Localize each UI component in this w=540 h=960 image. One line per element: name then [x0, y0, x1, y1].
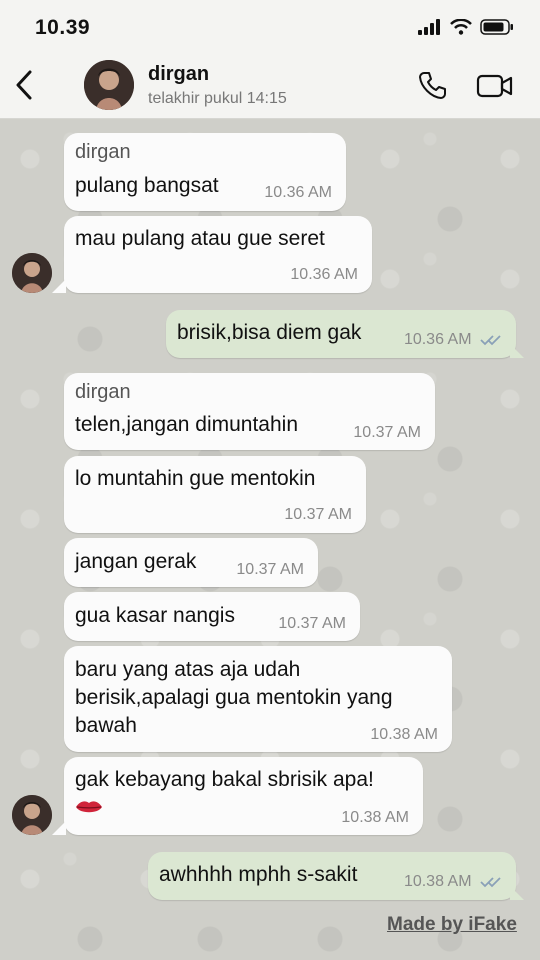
message-time: 10.37 AM: [236, 561, 304, 578]
contact-name[interactable]: dirgan: [148, 63, 209, 86]
video-icon[interactable]: [476, 72, 514, 100]
lips-emoji-icon: [76, 801, 102, 813]
bubble-tail: [52, 279, 66, 293]
message-bubble[interactable]: gua kasar nangis 10.37 AM: [64, 592, 360, 641]
message-text: mau pulang atau gue seret: [75, 227, 325, 250]
phone-icon[interactable]: [418, 70, 448, 100]
message-time: 10.36 AM: [264, 184, 332, 201]
wifi-icon: [450, 19, 472, 35]
message-bubble[interactable]: awhhhh mphh s-sakit 10.38 AM: [148, 852, 516, 900]
message-bubble[interactable]: dirgan telen,jangan dimuntahin 10.37 AM: [64, 373, 435, 450]
read-ticks-icon: [480, 335, 501, 346]
last-seen-status: telakhir pukul 14:15: [148, 90, 287, 107]
message-time: 10.36 AM: [404, 331, 502, 349]
message-time: 10.38 AM: [404, 873, 502, 891]
sender-name: dirgan: [75, 141, 131, 163]
message-text: gak kebayang bakal sbrisik apa!: [75, 768, 374, 791]
message-text: awhhhh mphh s-sakit: [159, 863, 358, 886]
message-text: jangan gerak: [75, 550, 197, 573]
message-time: 10.38 AM: [370, 726, 438, 743]
message-bubble[interactable]: mau pulang atau gue seret 10.36 AM: [64, 216, 372, 293]
message-bubble[interactable]: brisik,bisa diem gak 10.36 AM: [166, 310, 516, 358]
message-text: pulang bangsat: [75, 174, 219, 197]
message-time: 10.37 AM: [284, 506, 352, 523]
avatar[interactable]: [12, 253, 52, 293]
message-text: lo muntahin gue mentokin: [75, 467, 316, 490]
message-text-line: bawah: [75, 714, 137, 737]
bubble-tail: [510, 344, 524, 358]
message-time: 10.37 AM: [278, 615, 346, 632]
message-text-line: berisik,apalagi gua mentokin yang: [75, 686, 393, 709]
message-time: 10.36 AM: [290, 266, 358, 283]
sender-name: dirgan: [75, 381, 131, 403]
message-text: brisik,bisa diem gak: [177, 321, 362, 344]
status-icons: [418, 16, 514, 38]
message-time: 10.37 AM: [353, 424, 421, 441]
message-time-text: 10.36 AM: [403, 331, 472, 348]
message-text-line: baru yang atas aja udah: [75, 658, 301, 681]
avatar[interactable]: [84, 60, 134, 110]
message-bubble[interactable]: gak kebayang bakal sbrisik apa! 10.38 AM: [64, 757, 423, 835]
message-bubble[interactable]: jangan gerak 10.37 AM: [64, 538, 318, 587]
bubble-tail: [52, 821, 66, 835]
read-ticks-icon: [480, 877, 501, 888]
message-bubble[interactable]: dirgan pulang bangsat 10.36 AM: [64, 133, 346, 211]
status-time: 10.39: [35, 16, 91, 39]
message-time-text: 10.38 AM: [403, 873, 472, 890]
message-bubble[interactable]: baru yang atas aja udah berisik,apalagi …: [64, 646, 452, 752]
status-bar: 10.39: [0, 0, 540, 54]
battery-icon: [480, 19, 513, 35]
signal-icon: [418, 19, 440, 35]
message-time: 10.38 AM: [341, 809, 409, 826]
message-bubble[interactable]: lo muntahin gue mentokin 10.37 AM: [64, 456, 366, 533]
avatar[interactable]: [12, 795, 52, 835]
bubble-tail: [510, 886, 524, 900]
watermark: Made by iFake: [387, 914, 517, 935]
chat-header: dirgan telakhir pukul 14:15: [0, 54, 540, 119]
back-icon[interactable]: [12, 68, 36, 102]
message-text: telen,jangan dimuntahin: [75, 413, 299, 436]
message-text: gua kasar nangis: [75, 604, 235, 627]
